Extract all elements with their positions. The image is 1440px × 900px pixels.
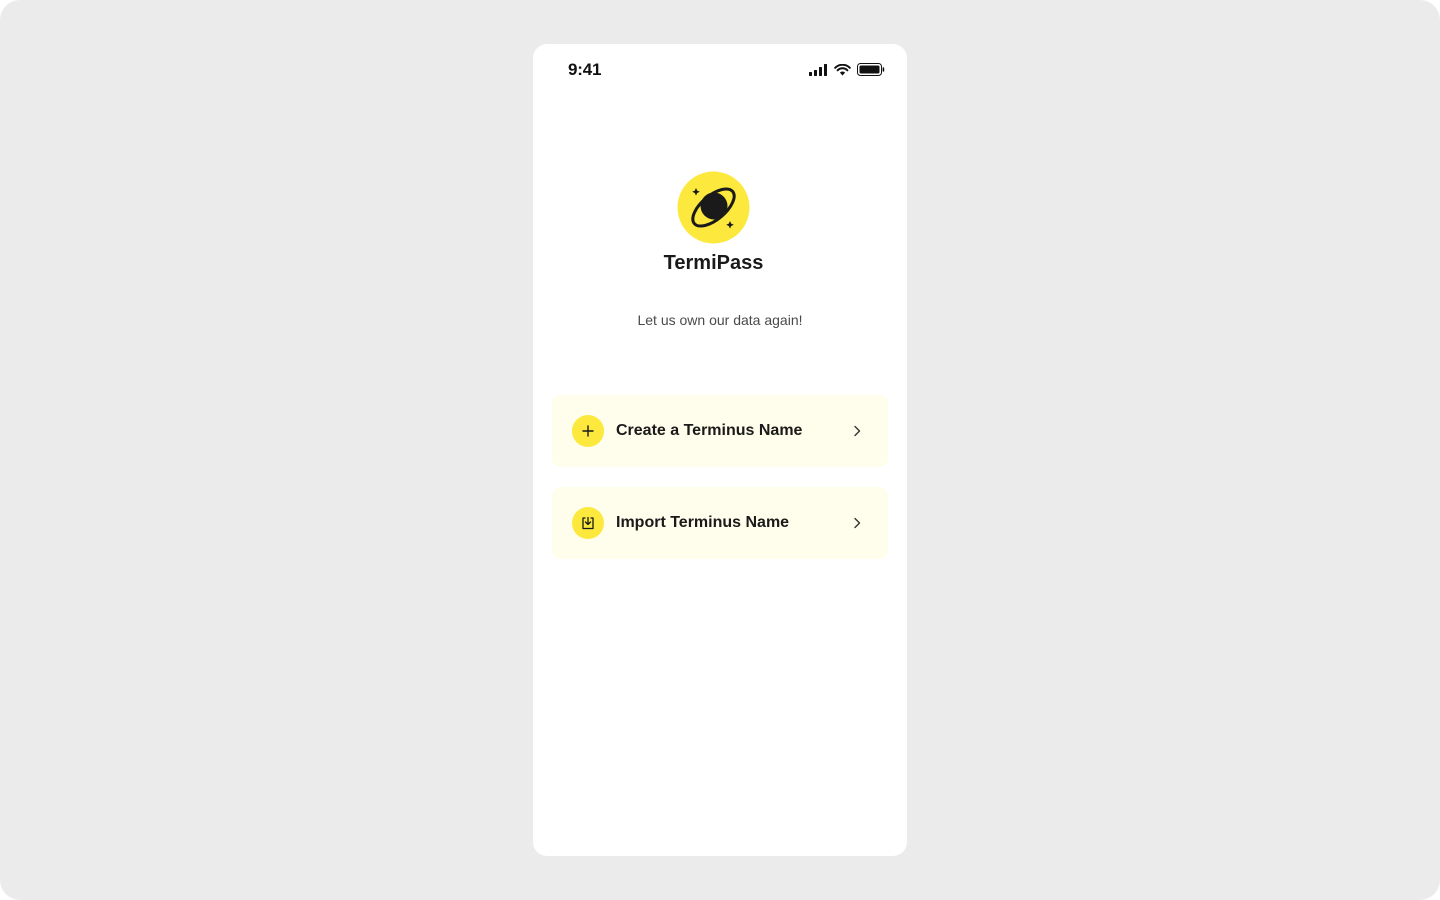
status-icons <box>809 63 885 76</box>
app-tagline: Let us own our data again! <box>637 312 803 328</box>
create-terminus-name-button[interactable]: Create a Terminus Name <box>552 395 888 467</box>
planet-icon <box>677 171 750 244</box>
status-bar: 9:41 <box>533 44 907 96</box>
import-icon <box>572 507 604 539</box>
import-terminus-name-label: Import Terminus Name <box>616 514 790 531</box>
chevron-right-icon <box>854 517 861 529</box>
create-terminus-name-label: Create a Terminus Name <box>616 422 803 439</box>
plus-icon <box>572 415 604 447</box>
battery-icon <box>857 63 885 76</box>
wifi-icon <box>834 63 851 75</box>
chevron-right-icon <box>854 425 861 437</box>
import-terminus-name-button[interactable]: Import Terminus Name <box>552 487 888 559</box>
status-time: 9:41 <box>568 60 602 79</box>
signal-icon <box>809 63 827 76</box>
phone-screen: 9:41 TermiPass Let us own our data again… <box>533 44 907 856</box>
app-name: TermiPass <box>663 252 764 274</box>
